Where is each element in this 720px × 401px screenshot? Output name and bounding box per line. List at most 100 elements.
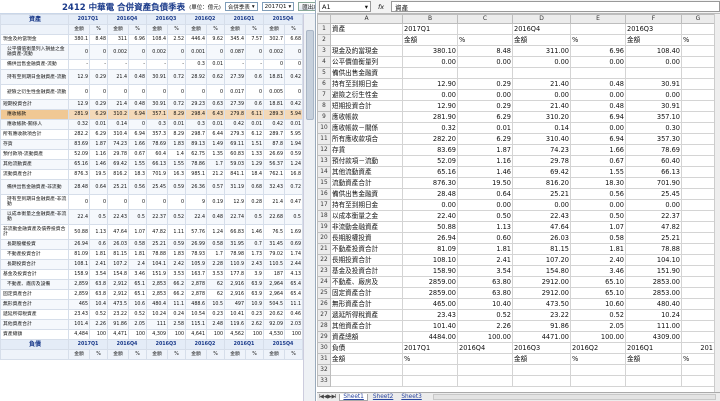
sheet-cell[interactable]: 2016Q3 [512, 342, 571, 354]
sheet-cell[interactable]: 74.23 [512, 144, 571, 156]
sheet-cell[interactable] [570, 67, 626, 79]
row-header[interactable]: 12 [317, 144, 331, 156]
sheet-cell[interactable]: 50.88 [402, 221, 458, 233]
sheet-cell[interactable] [625, 364, 682, 376]
row-header[interactable]: 32 [317, 364, 331, 376]
row-label[interactable]: 長期股權投資 [0, 239, 69, 250]
row-header[interactable]: 21 [317, 243, 331, 255]
sheet-cell[interactable]: 30.91 [625, 100, 682, 112]
sheet-cell[interactable]: 311.00 [512, 45, 571, 57]
sheet-cell[interactable]: 876.30 [402, 177, 458, 189]
sheet-cell[interactable]: 金額 [402, 34, 458, 46]
sheet-cell[interactable]: 不動產、廠房及 [330, 276, 403, 288]
sheet-cell[interactable]: 0.00 [457, 89, 513, 101]
sheet-cell[interactable]: 26.03 [512, 232, 571, 244]
sheet-cell[interactable]: 158.90 [402, 265, 458, 277]
row-header[interactable]: 18 [317, 210, 331, 222]
sheet-cell[interactable]: % [570, 353, 626, 365]
column-header-a[interactable]: A [330, 14, 403, 24]
sheet-cell[interactable]: 2859.00 [402, 276, 458, 288]
sheet-cell[interactable]: 0.32 [402, 122, 458, 134]
sheet-cell[interactable]: 1.66 [570, 144, 626, 156]
sheet-cell[interactable] [330, 34, 403, 46]
sheet-cell[interactable]: 8.48 [457, 45, 513, 57]
sheet-cell[interactable]: 23.43 [402, 309, 458, 321]
sheet-cell[interactable]: 1.16 [457, 155, 513, 167]
sheet-vertical-scrollbar[interactable] [714, 14, 720, 392]
sheet-cell[interactable]: 29.78 [512, 155, 571, 167]
sheet-cell[interactable]: 0.00 [402, 56, 458, 68]
row-header[interactable]: 14 [317, 166, 331, 178]
sheet-cell[interactable]: % [681, 34, 714, 46]
sheet-cell[interactable] [681, 155, 714, 167]
row-label[interactable]: 避險之衍生性金融資產-流動 [0, 84, 69, 100]
sheet-cell[interactable] [681, 188, 714, 200]
sheet-cell[interactable]: 1.81 [457, 243, 513, 255]
sheet-cell[interactable]: 0.50 [570, 210, 626, 222]
sheet-cell[interactable]: 25.45 [625, 188, 682, 200]
row-header[interactable]: 7 [317, 89, 331, 101]
sheet-cell[interactable]: 65.10 [570, 276, 626, 288]
sheet-cell[interactable]: 0.00 [457, 56, 513, 68]
sheet-cell[interactable]: 0.30 [625, 122, 682, 134]
sheet-cell[interactable]: 201 [681, 342, 714, 354]
sheet-cell[interactable]: 108.10 [402, 254, 458, 266]
sheet-cell[interactable] [512, 67, 571, 79]
sheet-cell[interactable]: 310.40 [512, 133, 571, 145]
sheet-cell[interactable] [681, 364, 714, 376]
sheet-cell[interactable]: 52.09 [402, 155, 458, 167]
sheet-cell[interactable]: 310.20 [512, 111, 571, 123]
row-header[interactable]: 11 [317, 133, 331, 145]
sheet-cell[interactable]: 金額 [512, 34, 571, 46]
sheet-cell[interactable]: 69.42 [512, 166, 571, 178]
sheet-cell[interactable]: 4309.00 [625, 331, 682, 343]
sheet-tab-sheet1[interactable]: Sheet1 [339, 393, 368, 401]
sheet-cell[interactable]: 2.26 [457, 320, 513, 332]
row-label[interactable]: 備供出售金融資產-非流動 [0, 179, 69, 195]
sheet-cell[interactable] [681, 298, 714, 310]
sheet-cell[interactable]: 22.43 [512, 210, 571, 222]
sheet-cell[interactable]: 0.29 [457, 78, 513, 90]
sheet-cell[interactable]: 2016Q2 [570, 342, 626, 354]
column-header-e[interactable]: E [570, 14, 626, 24]
sheet-tab-sheet3[interactable]: Sheet3 [398, 394, 424, 401]
column-header-g[interactable]: G [681, 14, 714, 24]
sheet-cell[interactable] [681, 232, 714, 244]
sheet-cell[interactable]: 151.90 [625, 265, 682, 277]
row-header[interactable]: 25 [317, 287, 331, 299]
sheet-nav-arrows[interactable]: I◀ ◀ ▶ ▶I [319, 394, 337, 400]
sheet-cell[interactable]: 21.40 [512, 100, 571, 112]
sheet-cell[interactable] [681, 166, 714, 178]
sheet-cell[interactable]: 0.00 [402, 199, 458, 211]
row-label[interactable]: 應收帳款-關係人 [0, 119, 69, 130]
sheet-cell[interactable]: 長期股權投資 [330, 232, 403, 244]
sheet-cell[interactable]: 0.48 [570, 78, 626, 90]
row-header[interactable]: 1 [317, 23, 331, 35]
row-label[interactable]: 長期投資合計 [0, 259, 69, 270]
sheet-cell[interactable] [625, 375, 682, 387]
sheet-cell[interactable]: 無形資產合計 [330, 298, 403, 310]
sheet-cell[interactable]: 12.90 [402, 78, 458, 90]
sheet-cell[interactable] [681, 144, 714, 156]
row-label[interactable]: 無形資產合計 [0, 299, 69, 310]
sheet-cell[interactable]: 4471.00 [512, 331, 571, 343]
sheet-cell[interactable]: 357.10 [625, 111, 682, 123]
sheet-cell[interactable]: 0.00 [625, 56, 682, 68]
sheet-cell[interactable] [681, 210, 714, 222]
sheet-cell[interactable]: 2.05 [570, 320, 626, 332]
sheet-cell[interactable]: 備供出售金融資 [330, 188, 403, 200]
report-type-select[interactable]: 合併季表 ▾ [224, 2, 258, 11]
sheet-cell[interactable]: 23.22 [512, 309, 571, 321]
sheet-cell[interactable] [570, 23, 626, 35]
sheet-cell[interactable]: % [402, 353, 458, 365]
sheet-cell[interactable]: 108.40 [625, 45, 682, 57]
sheet-cell[interactable] [681, 56, 714, 68]
row-label[interactable]: 不動產、廠房及設備 [0, 279, 69, 290]
sheet-cell[interactable]: 0.29 [457, 100, 513, 112]
period-select[interactable]: 2017Q1 ▾ [261, 2, 295, 11]
row-label[interactable]: 所有應收款項合計 [0, 129, 69, 140]
sheet-cell[interactable]: 2912.00 [512, 287, 571, 299]
sheet-cell[interactable]: 0.00 [512, 56, 571, 68]
sheet-cell[interactable]: 107.20 [512, 254, 571, 266]
sheet-cell[interactable]: 1.46 [457, 166, 513, 178]
